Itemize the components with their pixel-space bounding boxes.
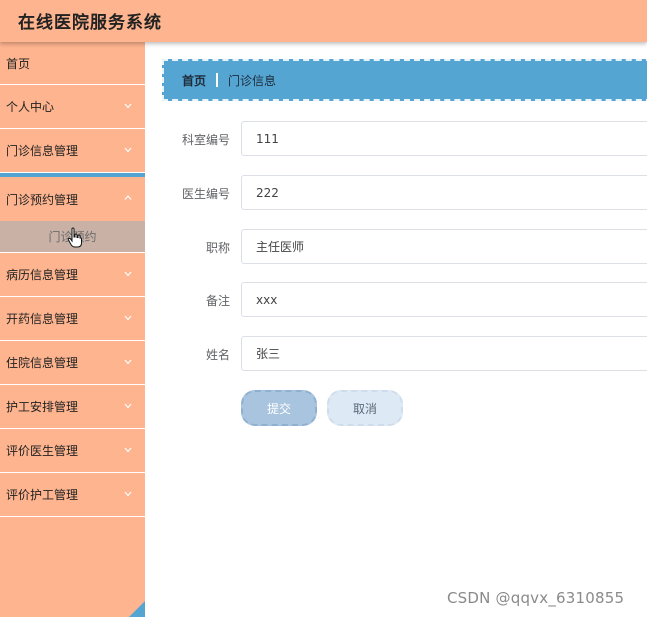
sidebar-item-hospitalization[interactable]: 住院信息管理 xyxy=(0,341,145,385)
sidebar-item-label: 护工安排管理 xyxy=(6,400,79,414)
sidebar-item-personal-center[interactable]: 个人中心 xyxy=(0,85,145,129)
breadcrumb: 首页 门诊信息 xyxy=(162,59,647,101)
chevron-down-icon xyxy=(123,489,133,499)
form-row-title: 职称 主任医师 xyxy=(145,229,647,264)
department-id-input[interactable]: 111 xyxy=(241,121,647,156)
submenu-item-appointment[interactable]: 门诊预约 xyxy=(0,221,145,253)
breadcrumb-separator xyxy=(216,73,219,87)
field-label: 医生编号 xyxy=(181,187,230,201)
hand-cursor-icon xyxy=(67,227,83,249)
sidebar-item-caregiver-schedule[interactable]: 护工安排管理 xyxy=(0,385,145,429)
chevron-down-icon xyxy=(123,101,133,111)
sidebar-item-label: 门诊信息管理 xyxy=(6,144,79,158)
breadcrumb-home[interactable]: 首页 xyxy=(182,72,206,89)
chevron-down-icon xyxy=(123,401,133,411)
sidebar-item-doctor-reviews[interactable]: 评价医生管理 xyxy=(0,429,145,473)
app-title: 在线医院服务系统 xyxy=(18,13,162,33)
chevron-down-icon xyxy=(123,313,133,323)
form-row-department-id: 科室编号 111 xyxy=(145,121,647,156)
sidebar-item-label: 住院信息管理 xyxy=(6,356,79,370)
watermark-text: CSDN @qqvx_6310855 xyxy=(447,589,625,607)
name-input[interactable]: 张三 xyxy=(241,336,647,371)
breadcrumb-current: 门诊信息 xyxy=(228,73,277,88)
sidebar-item-label: 病历信息管理 xyxy=(6,268,79,282)
sidebar-item-label: 评价护工管理 xyxy=(6,488,79,502)
form-row-doctor-id: 医生编号 222 xyxy=(145,175,647,210)
sidebar-item-caregiver-reviews[interactable]: 评价护工管理 xyxy=(0,473,145,517)
chevron-up-icon xyxy=(123,193,133,203)
sidebar-item-label: 评价医生管理 xyxy=(6,444,79,458)
sidebar-item-label: 个人中心 xyxy=(6,100,55,114)
sidebar-item-appointment[interactable]: 门诊预约管理 xyxy=(0,173,145,221)
job-title-input[interactable]: 主任医师 xyxy=(241,229,647,264)
form-row-name: 姓名 张三 xyxy=(145,336,647,371)
sidebar: 首页 个人中心 门诊信息管理 门诊预约管理 门诊预约 病历信息管理 开药信息管理… xyxy=(0,42,145,617)
field-label: 备注 xyxy=(205,294,230,308)
sidebar-corner-decoration xyxy=(129,601,145,617)
sidebar-item-label: 开药信息管理 xyxy=(6,312,79,326)
doctor-id-input[interactable]: 222 xyxy=(241,175,647,210)
sidebar-item-clinic-info[interactable]: 门诊信息管理 xyxy=(0,129,145,173)
field-label: 姓名 xyxy=(205,348,230,362)
chevron-down-icon xyxy=(123,445,133,455)
chevron-down-icon xyxy=(123,269,133,279)
form-row-remarks: 备注 xxx xyxy=(145,282,647,317)
remarks-input[interactable]: xxx xyxy=(241,282,647,317)
sidebar-item-label: 首页 xyxy=(6,56,31,71)
sidebar-item-home[interactable]: 首页 xyxy=(0,42,145,85)
field-label: 科室编号 xyxy=(181,133,230,147)
chevron-down-icon xyxy=(123,145,133,155)
chevron-down-icon xyxy=(123,357,133,367)
main-content: 首页 门诊信息 科室编号 111 医生编号 222 职称 主任医师 备注 xxx… xyxy=(145,42,647,617)
sidebar-item-label: 门诊预约管理 xyxy=(6,192,79,207)
submit-button[interactable]: 提交 xyxy=(241,390,317,426)
field-label: 职称 xyxy=(205,241,230,255)
sidebar-item-medical-records[interactable]: 病历信息管理 xyxy=(0,253,145,297)
sidebar-item-prescriptions[interactable]: 开药信息管理 xyxy=(0,297,145,341)
cancel-button[interactable]: 取消 xyxy=(327,390,403,426)
app-header: 在线医院服务系统 xyxy=(0,0,647,42)
